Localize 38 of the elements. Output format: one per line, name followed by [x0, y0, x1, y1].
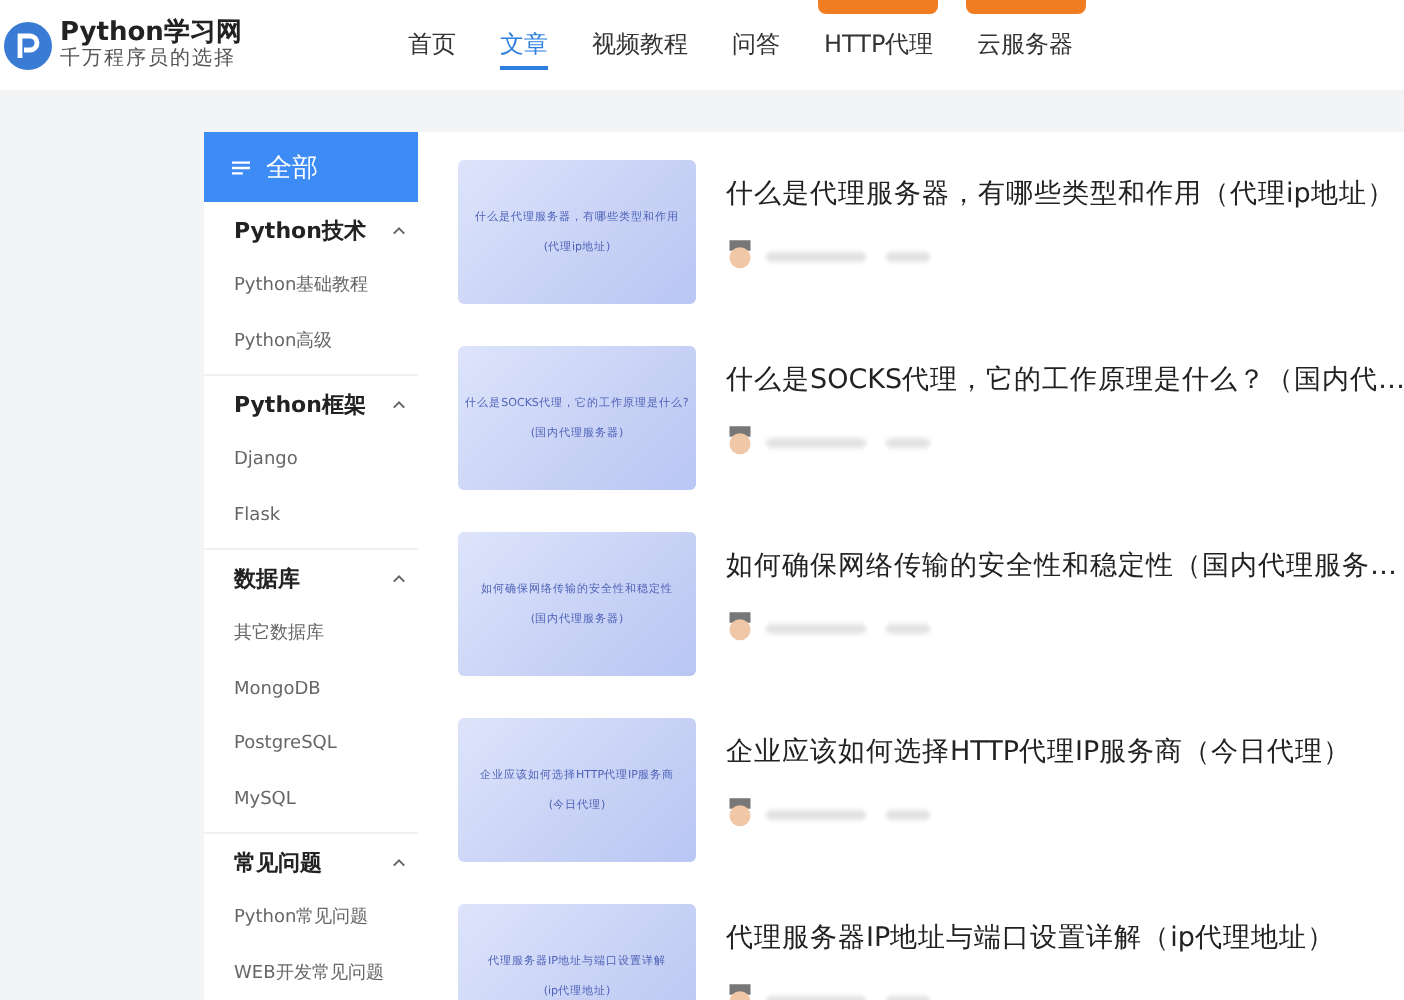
category-link[interactable]: Python高级 [204, 315, 418, 370]
category-heading[interactable]: 常见问题 [234, 848, 322, 878]
nav-link[interactable]: HTTP代理 [824, 20, 934, 70]
category-link[interactable]: MongoDB [204, 663, 418, 718]
logo-subtitle: 千万程序员的选择 [60, 48, 238, 72]
avatar-icon [726, 612, 754, 644]
article-title[interactable]: 如何确保网络传输的安全性和稳定性（国内代理服务… [726, 548, 1397, 584]
category-link[interactable]: PostgreSQL [204, 718, 418, 773]
category-heading[interactable]: Python框架 [234, 390, 366, 420]
list-icon [232, 159, 250, 175]
nav-link[interactable]: 视频教程 [592, 20, 688, 70]
article-title[interactable]: 代理服务器IP地址与端口设置详解（ip代理地址） [726, 920, 1335, 956]
article-title[interactable]: 什么是代理服务器，有哪些类型和作用（代理ip地址） [726, 176, 1395, 212]
chevron-icon[interactable] [392, 858, 406, 868]
all-categories-tab[interactable]: 全部 [204, 132, 418, 202]
nav-link[interactable]: 文章 [500, 20, 548, 70]
category-link[interactable]: Python基础教程 [204, 260, 418, 315]
category-heading[interactable]: Python技术 [234, 216, 366, 246]
category-link[interactable]: Python常见问题 [204, 892, 418, 947]
chevron-icon[interactable] [392, 400, 406, 410]
nav-link[interactable]: 云服务器 [977, 20, 1074, 70]
logo-title[interactable]: Python学习网 [60, 18, 242, 48]
chevron-icon[interactable] [392, 226, 406, 236]
category-heading[interactable]: 数据库 [234, 564, 300, 594]
nav-link[interactable]: 问答 [732, 20, 780, 70]
category-link[interactable]: Flask [204, 489, 418, 544]
article-title[interactable]: 什么是SOCKS代理，它的工作原理是什么？（国内代… [726, 362, 1404, 398]
nav-link[interactable]: 首页 [408, 20, 456, 70]
avatar-icon [726, 426, 754, 458]
category-link[interactable]: MySQL [204, 773, 418, 828]
chevron-icon[interactable] [392, 574, 406, 584]
category-link[interactable]: WEB开发常见问题 [204, 947, 418, 1000]
avatar-icon [726, 240, 754, 272]
category-link[interactable]: Django [204, 434, 418, 489]
all-label: 全部 [266, 151, 318, 185]
category-link[interactable]: 其它数据库 [204, 608, 418, 663]
avatar-icon [726, 798, 754, 830]
article-title[interactable]: 企业应该如何选择HTTP代理IP服务商（今日代理） [726, 734, 1352, 770]
